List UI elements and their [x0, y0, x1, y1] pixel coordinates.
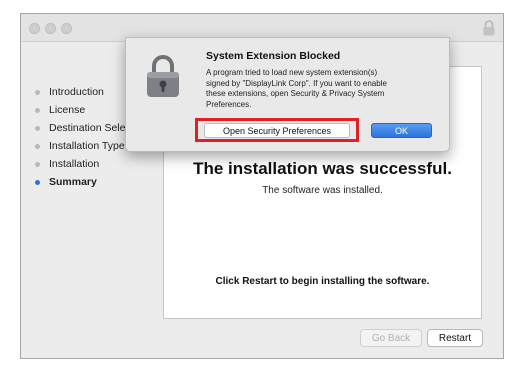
- step-bullet: [35, 161, 40, 167]
- dialog-message-line: these extensions, open Security & Privac…: [206, 89, 385, 98]
- step-label: License: [49, 104, 86, 116]
- ok-button[interactable]: OK: [371, 123, 432, 138]
- minimize-window-button[interactable]: [45, 23, 56, 34]
- step-installation-type: Installation Type: [35, 138, 125, 154]
- step-license: License: [35, 102, 85, 118]
- step-label: Summary: [49, 176, 97, 188]
- step-installation: Installation: [35, 156, 99, 172]
- open-security-preferences-button[interactable]: Open Security Preferences: [204, 123, 350, 138]
- success-title: The installation was successful.: [193, 159, 452, 178]
- dialog-message-line: A program tried to load new system exten…: [206, 68, 378, 77]
- step-bullet: [35, 89, 40, 95]
- dialog-message: A program tried to load new system exten…: [206, 68, 438, 110]
- step-label: Installation Type: [49, 140, 125, 152]
- dialog-message-line: signed by "DisplayLink Corp". If you wan…: [206, 78, 387, 88]
- system-extension-blocked-dialog: System Extension Blocked A program tried…: [125, 37, 450, 152]
- step-bullet-active: [35, 179, 40, 185]
- success-subtitle: The software was installed.: [262, 185, 383, 196]
- step-label: Installation: [49, 158, 100, 170]
- step-destination-select: Destination Sele: [35, 120, 125, 136]
- restart-button[interactable]: Restart: [427, 329, 483, 347]
- lock-icon: [147, 55, 179, 97]
- go-back-button[interactable]: Go Back: [360, 329, 422, 347]
- step-bullet: [35, 143, 40, 149]
- close-window-button[interactable]: [29, 23, 40, 34]
- step-summary: Summary: [35, 174, 97, 190]
- step-bullet: [35, 125, 40, 131]
- dialog-title: System Extension Blocked: [206, 50, 341, 62]
- step-label: Destination Sele: [49, 122, 126, 134]
- step-introduction: Introduction: [35, 84, 104, 100]
- zoom-window-button[interactable]: [61, 23, 72, 34]
- restart-message: Click Restart to begin installing the so…: [215, 276, 430, 287]
- dialog-message-line: Preferences.: [206, 99, 252, 109]
- step-bullet: [35, 107, 40, 113]
- step-label: Introduction: [49, 86, 104, 98]
- lock-icon: [483, 20, 495, 36]
